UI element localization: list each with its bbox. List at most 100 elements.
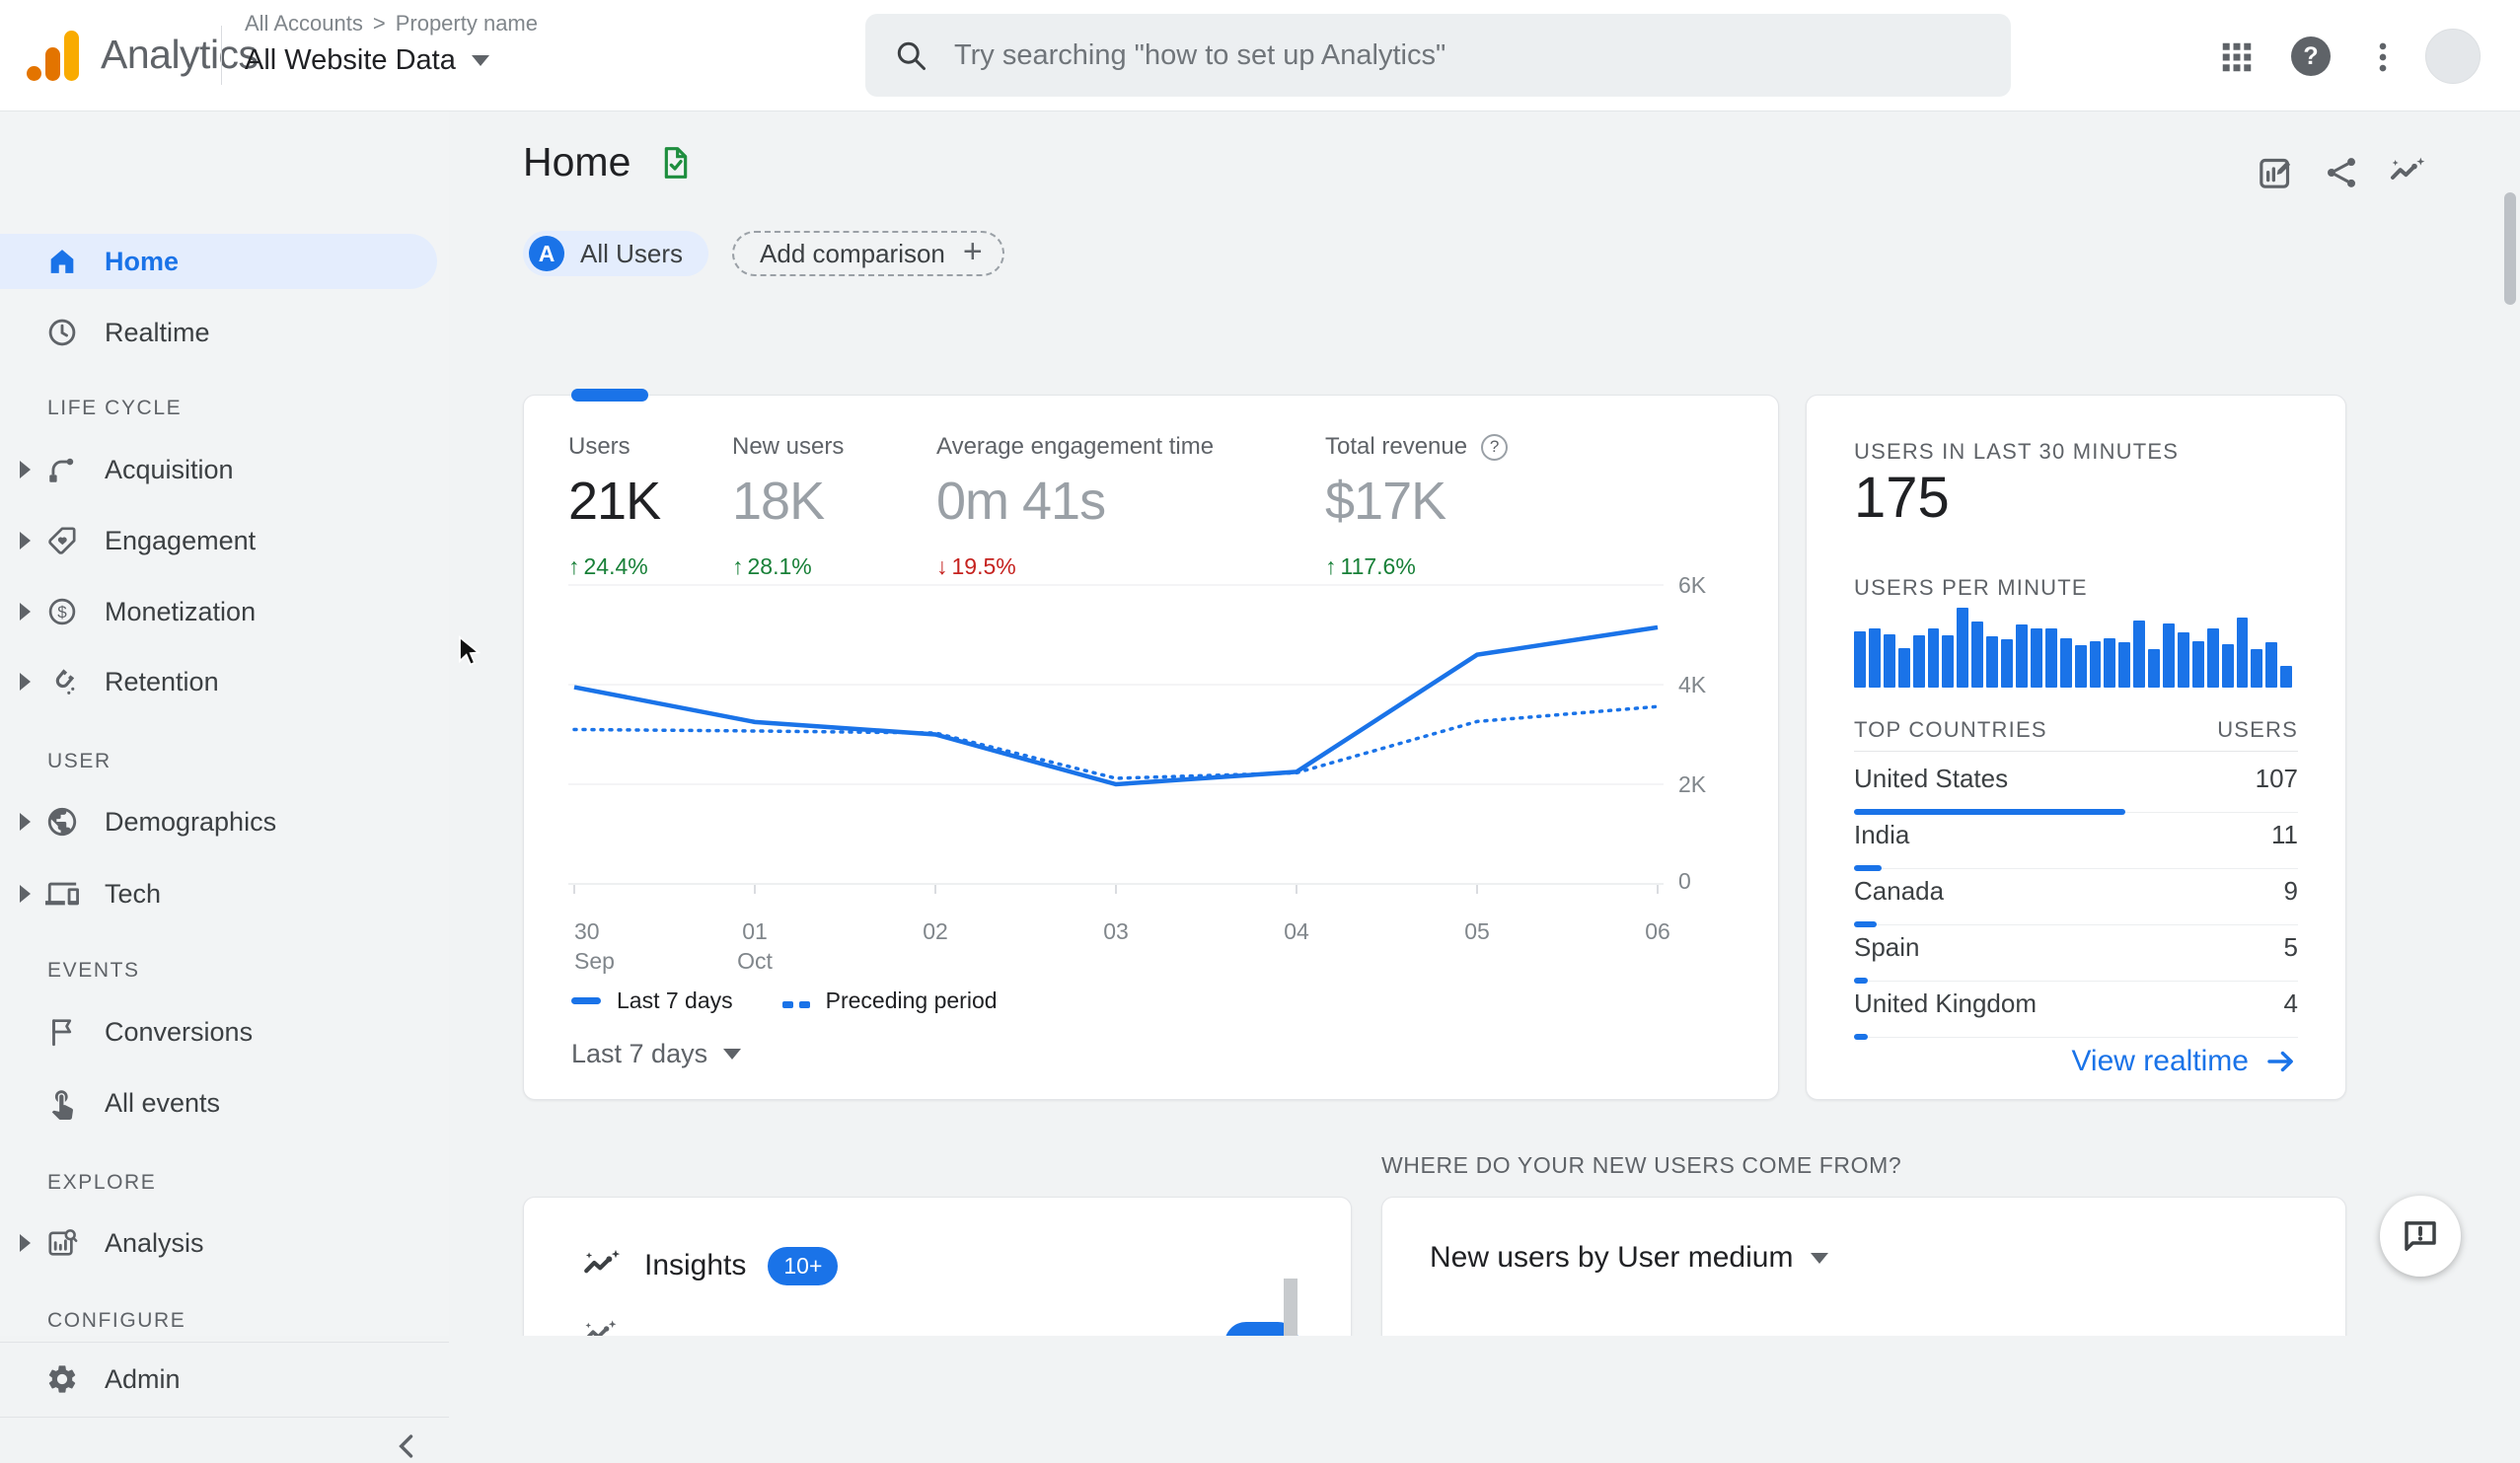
page-scrollbar[interactable] xyxy=(2504,192,2516,305)
users-per-minute-bar xyxy=(2031,628,2042,688)
country-row: Spain5 xyxy=(1854,925,2298,982)
plus-icon: + xyxy=(963,235,983,268)
sidebar-item-acquisition[interactable]: Acquisition xyxy=(0,442,437,497)
users-per-minute-bar xyxy=(2163,623,2175,688)
new-users-card: New users by User medium xyxy=(1381,1197,2346,1336)
users-per-minute-bar xyxy=(2133,621,2145,688)
avatar[interactable] xyxy=(2425,29,2481,84)
sidebar-item-label: Admin xyxy=(105,1364,181,1395)
users-column-header: USERS xyxy=(2217,717,2298,743)
users-per-minute-bar xyxy=(2060,638,2072,688)
sidebar-item-analysis[interactable]: Analysis xyxy=(0,1215,437,1271)
metric-total-revenue[interactable]: Total revenue ? $17K ↑117.6% xyxy=(1325,433,1508,580)
sidebar-item-label: Acquisition xyxy=(105,455,234,485)
users-per-minute-bar xyxy=(2265,642,2277,688)
sidebar-item-demographics[interactable]: Demographics xyxy=(0,794,437,849)
metric-label: Users xyxy=(568,433,660,461)
breadcrumb[interactable]: All Accounts > Property name xyxy=(245,11,538,37)
sidebar-item-label: Home xyxy=(105,247,179,277)
users-trend-chart xyxy=(568,568,1664,914)
collapse-sidebar-icon[interactable] xyxy=(391,1429,424,1463)
users-per-minute-bar xyxy=(1942,635,1954,688)
expand-caret-icon[interactable] xyxy=(20,1234,31,1252)
view-realtime-link[interactable]: View realtime xyxy=(2071,1045,2298,1078)
users-per-minute-chart xyxy=(1854,605,2292,688)
sidebar-item-realtime[interactable]: Realtime xyxy=(0,305,437,360)
users-per-minute-bar xyxy=(2237,618,2249,688)
x-axis-label: 06 xyxy=(1645,916,1670,946)
country-row: United Kingdom4 xyxy=(1854,982,2298,1038)
users-per-minute-bar xyxy=(2016,624,2028,688)
chart-legend: Last 7 days Preceding period xyxy=(571,988,998,1014)
customize-report-icon[interactable] xyxy=(2256,153,2295,192)
sidebar-item-all-events[interactable]: All events xyxy=(0,1075,437,1131)
expand-caret-icon[interactable] xyxy=(20,532,31,549)
users-per-minute-bar xyxy=(2251,649,2262,688)
expand-caret-icon[interactable] xyxy=(20,813,31,831)
expand-caret-icon[interactable] xyxy=(20,885,31,903)
users-per-minute-bar xyxy=(2178,632,2189,688)
expand-caret-icon[interactable] xyxy=(20,603,31,621)
sidebar-section-explore: EXPLORE xyxy=(47,1171,156,1195)
devices-icon xyxy=(45,877,79,911)
legend-solid-swatch xyxy=(571,997,601,1004)
users-per-minute-bar xyxy=(2280,666,2292,688)
analytics-logo[interactable]: Analytics xyxy=(26,26,259,83)
users-30min-label: USERS IN LAST 30 MINUTES xyxy=(1854,439,2298,465)
chevron-down-icon xyxy=(723,1049,741,1060)
date-range-selector[interactable]: Last 7 days xyxy=(571,1039,741,1069)
insights-icon[interactable] xyxy=(2388,153,2427,192)
sidebar-item-home[interactable]: Home xyxy=(0,234,437,289)
country-users: 4 xyxy=(2284,988,2298,1019)
breadcrumb-property: Property name xyxy=(396,11,538,37)
users-per-minute-bar xyxy=(2192,641,2204,688)
sidebar-item-engagement[interactable]: Engagement xyxy=(0,513,437,568)
share-icon[interactable] xyxy=(2322,153,2361,192)
sidebar-item-admin[interactable]: Admin xyxy=(0,1352,437,1407)
page-title: Home xyxy=(523,139,630,185)
realtime-card: USERS IN LAST 30 MINUTES 175 USERS PER M… xyxy=(1806,395,2346,1100)
expand-caret-icon[interactable] xyxy=(20,461,31,478)
sidebar-item-retention[interactable]: Retention xyxy=(0,654,437,709)
insights-title: Insights xyxy=(644,1249,746,1282)
country-name: India xyxy=(1854,820,1909,850)
sidebar-item-label: Conversions xyxy=(105,1017,253,1048)
all-users-chip[interactable]: A All Users xyxy=(523,231,708,276)
sidebar-item-conversions[interactable]: Conversions xyxy=(0,1004,437,1060)
help-icon[interactable]: ? xyxy=(1481,434,1508,461)
sidebar-item-monetization[interactable]: Monetization xyxy=(0,584,437,639)
property-selector[interactable]: All Website Data xyxy=(245,44,538,77)
verified-report-icon xyxy=(656,143,696,183)
metric-label: Average engagement time xyxy=(936,433,1214,461)
users-per-minute-bar xyxy=(1957,608,1968,688)
feedback-button[interactable] xyxy=(2380,1196,2461,1277)
metric-users[interactable]: Users 21K ↑24.4% xyxy=(568,433,660,580)
touch-icon xyxy=(45,1086,79,1120)
add-comparison-button[interactable]: Add comparison + xyxy=(732,231,1004,276)
search-bar[interactable]: Try searching "how to set up Analytics" xyxy=(865,14,2011,97)
metric-value: $17K xyxy=(1325,471,1508,532)
metric-avg-engagement-time[interactable]: Average engagement time 0m 41s ↓19.5% xyxy=(936,433,1214,580)
gear-icon xyxy=(45,1362,79,1396)
clock-icon xyxy=(45,316,79,349)
sidebar-item-tech[interactable]: Tech xyxy=(0,866,437,921)
insights-scrollbar[interactable] xyxy=(1284,1279,1297,1336)
x-axis-label: 05 xyxy=(1464,916,1490,946)
country-name: Spain xyxy=(1854,932,1920,963)
users-per-minute-bar xyxy=(1869,628,1881,688)
x-axis-label: 01Oct xyxy=(737,916,773,976)
y-axis-label: 0 xyxy=(1678,868,1691,895)
sidebar-item-label: Retention xyxy=(105,667,219,697)
help-icon[interactable]: ? xyxy=(2291,37,2331,76)
main-content: Home A All Users Add comparison + Users … xyxy=(449,111,2520,1336)
expand-caret-icon[interactable] xyxy=(20,673,31,691)
more-options-icon[interactable] xyxy=(2364,38,2402,76)
apps-grid-icon[interactable] xyxy=(2218,38,2256,76)
metric-new-users[interactable]: New users 18K ↑28.1% xyxy=(732,433,844,580)
new-users-dimension-selector[interactable]: New users by User medium xyxy=(1430,1241,1828,1275)
sidebar-item-label: Analysis xyxy=(105,1228,204,1259)
brand-name: Analytics xyxy=(101,32,259,78)
sidebar-divider xyxy=(0,1342,449,1343)
users-per-minute-bar xyxy=(1971,622,1983,688)
new-users-selector-label: New users by User medium xyxy=(1430,1241,1793,1275)
